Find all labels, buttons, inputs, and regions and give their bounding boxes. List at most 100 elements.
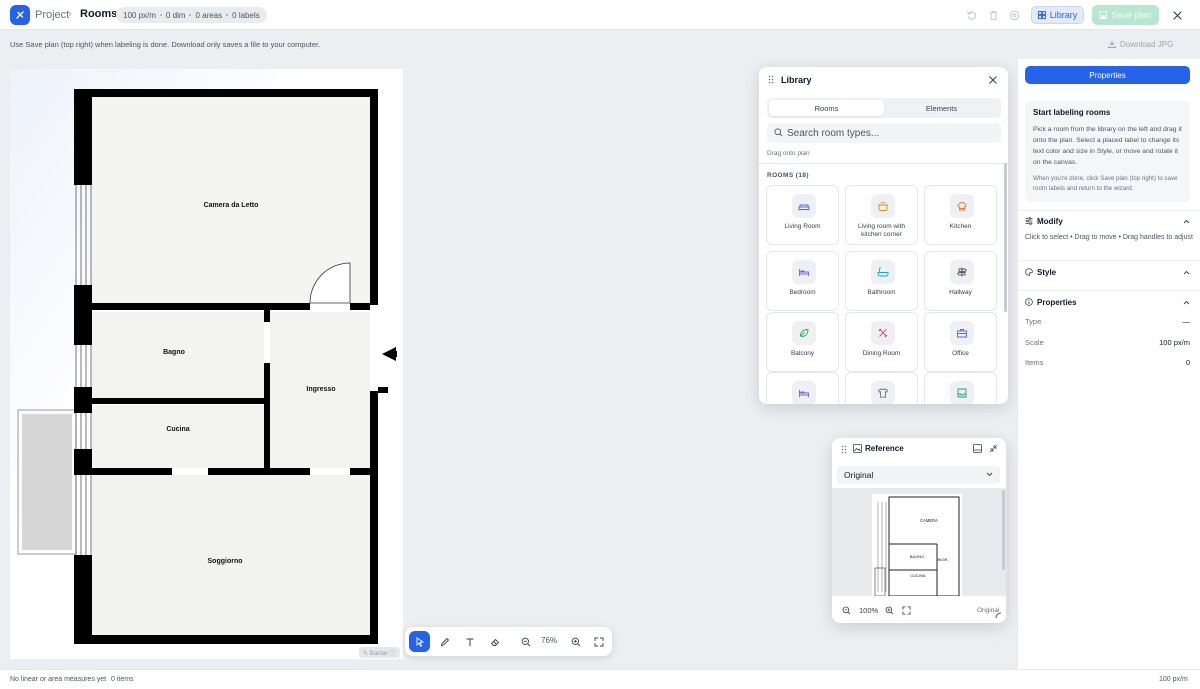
room-label-cucina[interactable]: Cucina (166, 426, 189, 433)
breadcrumb-project[interactable]: Project (35, 9, 69, 21)
status-bar: No linear or area measures yet 0 items 1… (0, 669, 1200, 689)
room-card-bathroom[interactable]: Bathroom (845, 251, 918, 311)
ref-label-bagno: BAGNO (910, 554, 924, 559)
prop-value: 100 px/m (1159, 338, 1190, 347)
reference-plan-thumbnail: CAMERA BAGNO INGR. CUCINA (872, 494, 962, 597)
trash-icon[interactable] (987, 9, 999, 21)
sliders-icon (1025, 217, 1033, 225)
prop-key: Scale (1025, 338, 1044, 347)
room-card-item-11[interactable] (924, 372, 997, 404)
start-title: Start labeling rooms (1033, 108, 1111, 117)
text-tool-icon[interactable] (459, 631, 480, 652)
pencil-icon[interactable] (434, 631, 455, 652)
tab-rooms[interactable]: Rooms (769, 100, 884, 116)
room-card-living-room[interactable]: Living Room (766, 185, 839, 245)
stat-scale: 100 px/m (123, 10, 156, 20)
scale-status: 100 px/m (1159, 676, 1188, 683)
properties-panel: Properties Start labeling rooms Pick a r… (1017, 59, 1200, 669)
app-logo-icon[interactable] (10, 5, 30, 25)
prop-value: — (1182, 317, 1191, 326)
chevron-up-icon (1183, 270, 1190, 275)
breadcrumb-current: Rooms (80, 8, 118, 20)
prop-row-items: Items 0 (1025, 358, 1190, 370)
download-jpg-button[interactable]: Download JPG (1108, 36, 1186, 52)
search-input[interactable] (787, 125, 987, 141)
zoom-in-icon[interactable] (565, 631, 586, 652)
tab-properties[interactable]: Properties (1025, 66, 1190, 84)
room-card-item-10[interactable] (845, 372, 918, 404)
prop-key: Type (1025, 317, 1042, 326)
close-icon[interactable] (988, 75, 998, 85)
chef-hat-icon (950, 194, 974, 218)
divider (1018, 260, 1200, 261)
zoom-in-icon[interactable] (885, 606, 894, 615)
room-card-label: Living room with kitchen corner (858, 223, 905, 238)
grid-icon (1037, 11, 1046, 19)
library-panel: Library Rooms Elements Drag onto plan RO… (759, 67, 1008, 404)
room-card-balcony[interactable]: Balcony (766, 312, 839, 372)
fit-screen-icon[interactable] (902, 606, 911, 615)
section-modify[interactable]: Modify (1025, 216, 1190, 230)
collapse-icon[interactable] (989, 444, 998, 453)
room-card-item-9[interactable] (766, 372, 839, 404)
room-label-ingresso[interactable]: Ingresso (306, 386, 335, 393)
drag-handle-icon[interactable] (768, 75, 774, 84)
reference-image[interactable]: CAMERA BAGNO INGR. CUCINA (832, 488, 1006, 597)
undo-icon[interactable] (965, 9, 977, 21)
drag-handle-icon[interactable] (841, 445, 847, 454)
tab-elements[interactable]: Elements (884, 100, 999, 116)
room-card-label: Hallway (949, 289, 972, 296)
briefcase-icon (950, 321, 974, 345)
room-label-soggiorno[interactable]: Soggiorno (208, 558, 243, 565)
settings-icon[interactable] (1008, 9, 1020, 21)
ref-label-cucina: CUCINA (910, 573, 926, 578)
room-card-label: Living Room (784, 223, 821, 230)
plan-canvas[interactable]: Camera da Letto Bagno Ingresso Cucina So… (10, 69, 403, 659)
reference-mode-select[interactable]: Original (837, 466, 1000, 484)
prop-row-type: Type — (1025, 317, 1190, 329)
room-card-office[interactable]: Office (924, 312, 997, 372)
dock-icon[interactable] (973, 444, 982, 453)
leaf-icon (792, 321, 816, 345)
room-label-camera[interactable]: Camera da Letto (204, 202, 259, 209)
zoom-out-icon[interactable] (515, 631, 536, 652)
resize-handle-icon[interactable] (995, 612, 1002, 619)
prop-value: 0 (1185, 358, 1190, 367)
room-card-label: Office (952, 350, 969, 357)
section-properties[interactable]: Properties (1025, 297, 1190, 311)
room-card-label: Balcony (790, 350, 815, 357)
section-modify-title: Modify (1037, 217, 1063, 226)
ref-label-ingresso: INGR. (937, 557, 948, 562)
reference-scrollbar[interactable] (1002, 490, 1005, 570)
save-hint-text: Use Save plan (top right) when labeling … (10, 40, 321, 49)
zoom-out-icon[interactable] (842, 606, 851, 615)
library-button[interactable]: Library (1031, 6, 1084, 24)
reference-mode-value: Original (844, 470, 874, 480)
room-card-hallway[interactable]: Hallway (924, 251, 997, 311)
stat-dims: 0 dim (165, 10, 186, 20)
section-style[interactable]: Style (1025, 267, 1190, 281)
library-title: Library (781, 75, 812, 85)
room-card-living-room-with-kitchen-corner[interactable]: Living room with kitchen corner (845, 185, 918, 245)
close-icon[interactable] (1170, 8, 1184, 22)
room-card-bedroom[interactable]: Bedroom (766, 251, 839, 311)
search-icon (774, 128, 783, 137)
eraser-icon[interactable] (484, 631, 505, 652)
modify-hint: Click to select • Drag to move • Drag ha… (1025, 234, 1193, 241)
select-tool-icon[interactable] (409, 631, 430, 652)
start-instructions: Pick a room from the library on the left… (1033, 126, 1182, 166)
room-label-bagno[interactable]: Bagno (163, 349, 185, 356)
floor-plan-image (10, 69, 403, 659)
watermark: ✎ Banlan ⓘ (359, 647, 401, 658)
library-scrollbar[interactable] (1004, 163, 1007, 312)
signpost-icon (950, 260, 974, 284)
room-card-dining-room[interactable]: Dining Room (845, 312, 918, 372)
divider (1018, 290, 1200, 291)
fit-screen-icon[interactable] (588, 631, 609, 652)
save-plan-button[interactable]: Save plan (1092, 5, 1159, 25)
room-card-kitchen[interactable]: Kitchen (924, 185, 997, 245)
info-icon (1025, 298, 1033, 306)
prop-key: Items (1025, 358, 1044, 367)
reference-zoom-bar: 100% Original (832, 598, 1006, 623)
ref-label-camera: CAMERA (920, 518, 938, 523)
